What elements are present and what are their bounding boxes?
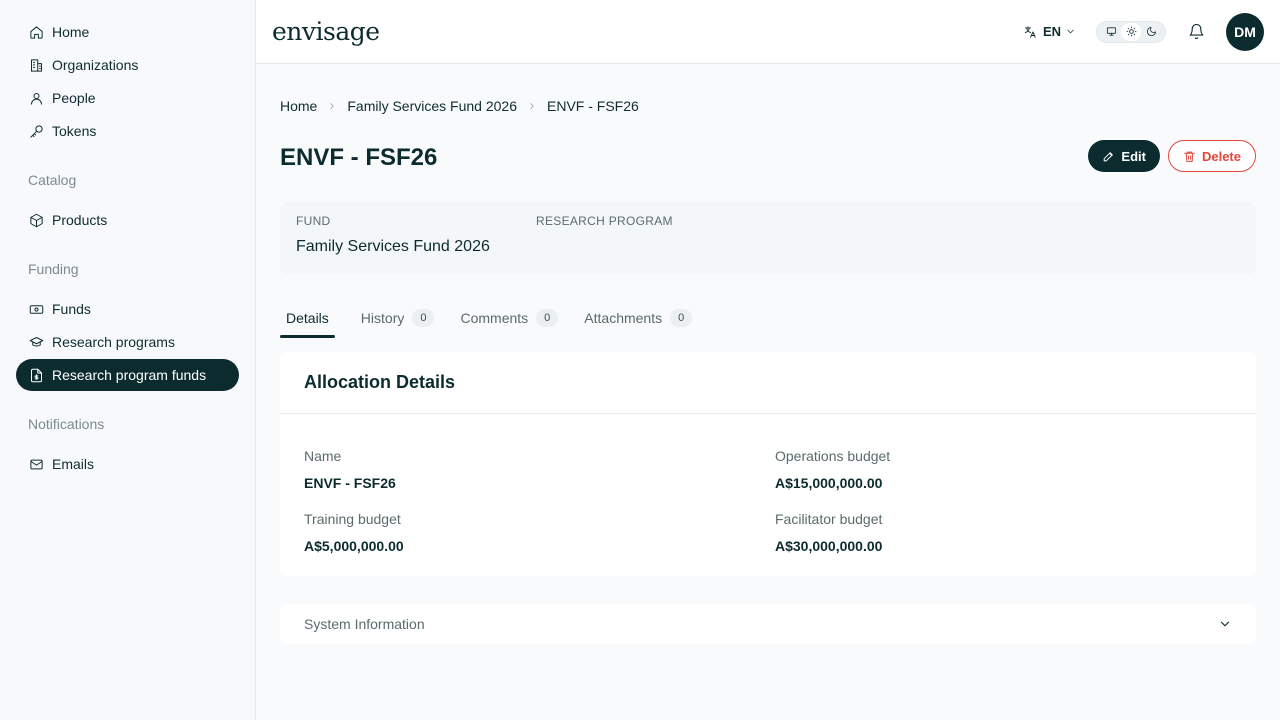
field-label: Facilitator budget [775, 511, 883, 527]
count-badge: 0 [412, 309, 435, 327]
field-label: Training budget [304, 511, 401, 527]
file-dollar-icon [28, 367, 44, 383]
sidebar-item-research-program-funds[interactable]: Research program funds [16, 359, 239, 391]
tab-label: Comments [460, 310, 529, 326]
sidebar-item-label: People [52, 90, 96, 106]
moon-icon[interactable] [1141, 23, 1161, 41]
card-title: Allocation Details [280, 352, 1256, 414]
sidebar-item-emails[interactable]: Emails [16, 448, 239, 480]
sidebar-item-label: Organizations [52, 57, 139, 73]
chevron-right-icon [525, 99, 539, 113]
field-value: A$15,000,000.00 [775, 475, 883, 491]
sidebar-item-label: Research program funds [52, 367, 207, 383]
section-label-funding: Funding [28, 261, 79, 277]
section-label-catalog: Catalog [28, 172, 77, 188]
sidebar-item-products[interactable]: Products [16, 204, 239, 236]
main-content: Home Family Services Fund 2026 ENVF - FS… [256, 64, 1280, 720]
field-training-budget: Training budget A$5,000,000.00 [304, 511, 775, 554]
tab-comments[interactable]: Comments 0 [460, 300, 559, 336]
delete-button-label: Delete [1201, 148, 1241, 164]
field-facilitator-budget: Facilitator budget A$30,000,000.00 [775, 511, 1232, 554]
page-actions: Edit Delete [1088, 140, 1256, 172]
field-value: A$30,000,000.00 [775, 538, 883, 554]
research-program-label: RESEARCH PROGRAM [536, 214, 673, 228]
allocation-details-card: Allocation Details Name ENVF - FSF26 Ope… [280, 352, 1256, 576]
breadcrumb-item-fund[interactable]: Family Services Fund 2026 [347, 98, 517, 114]
sidebar-item-label: Home [52, 24, 90, 40]
field-label: Operations budget [775, 448, 891, 464]
summary-fund: FUND Family Services Fund 2026 [296, 214, 496, 262]
sidebar-item-tokens[interactable]: Tokens [16, 115, 239, 147]
section-label-notifications: Notifications [28, 416, 105, 432]
sidebar-item-home[interactable]: Home [16, 16, 239, 48]
key-icon [28, 123, 44, 139]
breadcrumb-item-home[interactable]: Home [280, 98, 317, 114]
mail-icon [28, 456, 44, 472]
graduation-cap-icon [28, 334, 44, 350]
sidebar-item-label: Funds [52, 301, 91, 317]
tab-details[interactable]: Details [280, 300, 335, 338]
building-icon [28, 57, 44, 73]
delete-button[interactable]: Delete [1167, 140, 1256, 172]
language-selector[interactable]: EN [1023, 24, 1076, 39]
avatar[interactable]: DM [1226, 12, 1264, 51]
sidebar-item-funds[interactable]: Funds [16, 293, 239, 325]
field-value: A$5,000,000.00 [304, 538, 404, 554]
chevron-down-icon [1065, 26, 1076, 37]
tab-attachments[interactable]: Attachments 0 [584, 300, 693, 336]
edit-button[interactable]: Edit [1088, 140, 1160, 172]
count-badge: 0 [670, 309, 693, 327]
tab-bar: Details History 0 Comments 0 Attachments… [280, 300, 718, 338]
fund-value[interactable]: Family Services Fund 2026 [296, 238, 496, 256]
page-title: ENVF - FSF26 [280, 144, 438, 171]
field-name: Name ENVF - FSF26 [304, 448, 775, 491]
tab-label: Details [286, 310, 329, 326]
chevron-right-icon [325, 99, 339, 113]
tab-label: History [360, 310, 405, 326]
language-code: EN [1042, 24, 1061, 39]
count-badge: 0 [536, 309, 559, 327]
sidebar-item-research-programs[interactable]: Research programs [16, 326, 239, 358]
fund-label: FUND [296, 214, 331, 228]
pencil-icon [1104, 151, 1114, 161]
tab-label: Attachments [584, 310, 663, 326]
summary-panel: FUND Family Services Fund 2026 RESEARCH … [280, 202, 1256, 274]
sidebar: Home Organizations People Tokens Catalog… [0, 0, 256, 720]
sidebar-item-organizations[interactable]: Organizations [16, 49, 239, 81]
monitor-icon[interactable] [1101, 23, 1121, 41]
tab-history[interactable]: History 0 [361, 300, 435, 336]
logo[interactable]: envisage [272, 17, 380, 46]
banknote-icon [28, 301, 44, 317]
trash-icon [1184, 151, 1195, 162]
translate-icon [1023, 25, 1037, 39]
edit-button-label: Edit [1121, 148, 1146, 164]
theme-toggle[interactable] [1096, 20, 1166, 43]
sidebar-item-label: Products [52, 212, 108, 228]
box-icon [28, 212, 44, 228]
allocation-fields: Name ENVF - FSF26 Operations budget A$15… [280, 414, 1256, 554]
person-icon [28, 90, 44, 106]
field-value: ENVF - FSF26 [304, 475, 396, 491]
summary-research-program: RESEARCH PROGRAM [536, 214, 673, 262]
sidebar-item-label: Emails [52, 456, 95, 472]
field-operations-budget: Operations budget A$15,000,000.00 [775, 448, 1232, 491]
sidebar-item-label: Tokens [52, 123, 97, 139]
bell-icon[interactable] [1186, 22, 1206, 42]
breadcrumb-item-current: ENVF - FSF26 [547, 98, 639, 114]
home-icon [28, 24, 44, 40]
chevron-down-icon[interactable] [1218, 617, 1232, 631]
system-information-label: System Information [304, 616, 425, 632]
field-label: Name [304, 448, 342, 464]
breadcrumb: Home Family Services Fund 2026 ENVF - FS… [280, 98, 639, 114]
sidebar-item-people[interactable]: People [16, 82, 239, 114]
sun-icon[interactable] [1121, 22, 1141, 41]
top-header: envisage EN DM [256, 0, 1280, 64]
system-information-panel[interactable]: System Information [280, 604, 1256, 644]
sidebar-item-label: Research programs [52, 334, 175, 350]
